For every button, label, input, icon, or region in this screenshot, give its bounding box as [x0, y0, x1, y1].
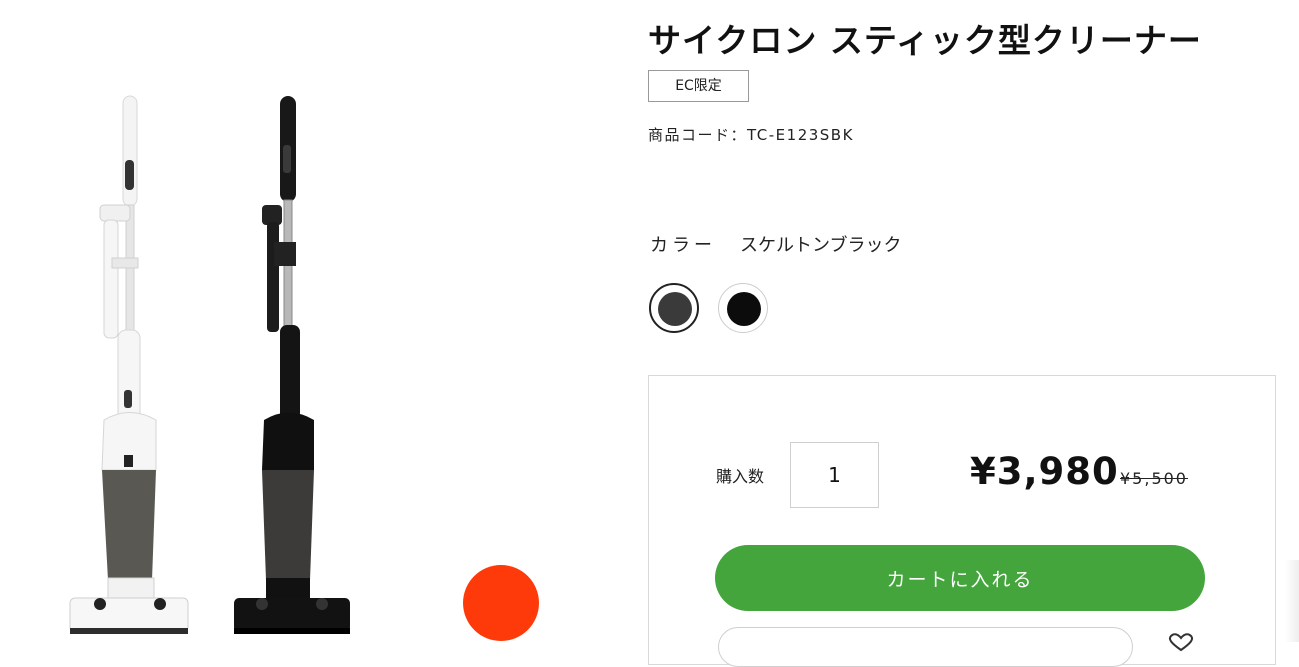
selected-color-name: スケルトンブラック	[740, 235, 902, 256]
scroll-edge	[1285, 560, 1299, 642]
original-price: ¥5,500	[1120, 469, 1188, 488]
color-swatch-skeleton-black[interactable]	[649, 283, 699, 333]
black-vacuum-image	[234, 96, 350, 634]
add-to-cart-button[interactable]: カートに入れる	[715, 545, 1205, 611]
swatch-fill	[727, 292, 761, 326]
quantity-input[interactable]	[790, 442, 879, 508]
color-label: カラー	[650, 235, 716, 256]
white-vacuum-image	[69, 95, 189, 634]
product-image	[69, 95, 350, 634]
product-image-gallery	[0, 0, 620, 642]
swatch-fill	[658, 292, 692, 326]
orange-indicator-dot	[463, 565, 539, 641]
sale-price: ¥3,980	[970, 450, 1119, 493]
product-title: サイクロン スティック型クリーナー	[648, 21, 1202, 60]
ec-limited-badge: EC限定	[648, 70, 749, 102]
purchase-box	[648, 375, 1276, 665]
quantity-label: 購入数	[716, 467, 765, 486]
heart-icon[interactable]	[1166, 632, 1196, 652]
color-swatch-black[interactable]	[718, 283, 768, 333]
product-code: 商品コード：TC-E123SBK	[648, 126, 854, 144]
secondary-button[interactable]	[718, 627, 1133, 667]
